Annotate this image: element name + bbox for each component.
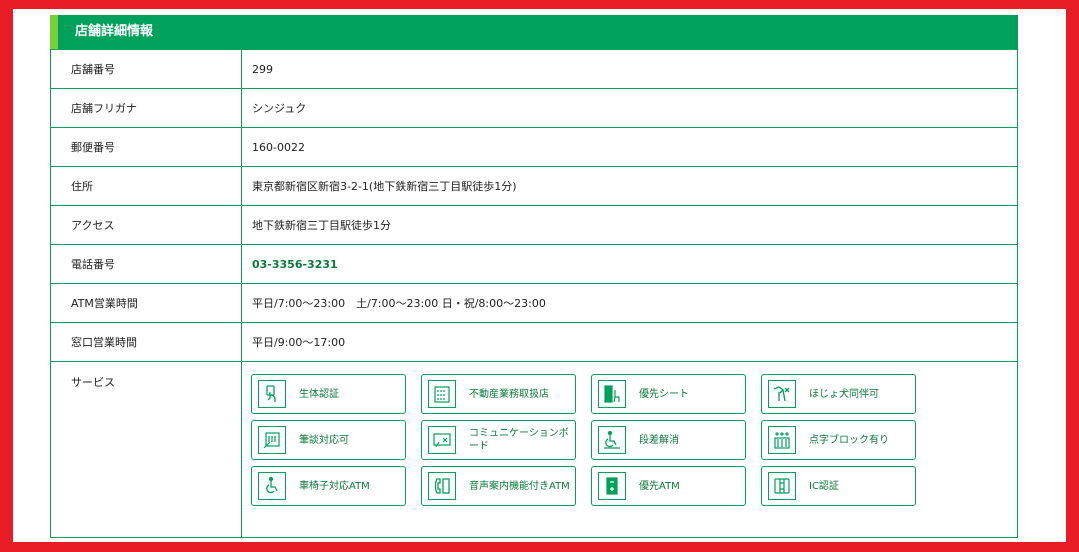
row-label-access: アクセス	[50, 205, 242, 245]
service-label: 筆談対応可	[299, 434, 349, 446]
service-label: コミュニケーションボード	[469, 428, 569, 452]
service-wheelchair-atm: 車椅子対応ATM	[251, 466, 406, 506]
service-voice-guide-atm: 音声案内機能付きATM	[421, 466, 576, 506]
table-row: 電話番号 03-3356-3231	[50, 244, 1018, 284]
row-label-store-kana: 店舗フリガナ	[50, 88, 242, 128]
service-ic-auth: IC認証	[761, 466, 916, 506]
store-detail-panel: 店舗詳細情報 店舗番号 299 店舗フリガナ シンジュク 郵便番号 160-0022 …	[50, 15, 1018, 538]
row-label-counter-hours: 窓口営業時間	[50, 322, 242, 362]
table-row: 住所 東京都新宿区新宿3-2-1(地下鉄新宿三丁目駅徒歩1分)	[50, 166, 1018, 206]
service-label: IC認証	[809, 480, 839, 492]
table-row: アクセス 地下鉄新宿三丁目駅徒歩1分	[50, 205, 1018, 245]
service-biometric: 生体認証	[251, 374, 406, 414]
table-row: 店舗フリガナ シンジュク	[50, 88, 1018, 128]
service-writing: 筆談対応可	[251, 420, 406, 460]
service-priority-atm: 優先ATM	[591, 466, 746, 506]
row-value-address: 東京都新宿区新宿3-2-1(地下鉄新宿三丁目駅徒歩1分)	[241, 166, 1018, 206]
row-value-store-kana: シンジュク	[241, 88, 1018, 128]
row-label-postal-code: 郵便番号	[50, 127, 242, 167]
service-label: 段差解消	[639, 434, 679, 446]
services-cell: 生体認証 不動産業務取扱店 優先シート ほじょ犬同伴可 筆談対応可 コミュニケー…	[241, 361, 1018, 538]
assistance-dog-icon	[768, 380, 796, 408]
table-row: ATM営業時間 平日/7:00～23:00 土/7:00～23:00 日・祝/8:…	[50, 283, 1018, 323]
service-label: 点字ブロック有り	[809, 434, 889, 446]
service-communication-board: コミュニケーションボード	[421, 420, 576, 460]
service-label: 車椅子対応ATM	[299, 480, 370, 492]
service-label: 優先シート	[639, 388, 689, 400]
row-label-address: 住所	[50, 166, 242, 206]
table-row: 郵便番号 160-0022	[50, 127, 1018, 167]
row-label-atm-hours: ATM営業時間	[50, 283, 242, 323]
service-real-estate: 不動産業務取扱店	[421, 374, 576, 414]
row-label-store-number: 店舗番号	[50, 49, 242, 89]
ic-card-icon	[768, 472, 796, 500]
phone-link[interactable]: 03-3356-3231	[241, 244, 1018, 284]
voice-guide-icon	[428, 472, 456, 500]
table-row: 店舗番号 299	[50, 49, 1018, 89]
service-priority-seat: 優先シート	[591, 374, 746, 414]
priority-atm-icon	[598, 472, 626, 500]
service-label: 優先ATM	[639, 480, 680, 492]
service-grid: 生体認証 不動産業務取扱店 優先シート ほじょ犬同伴可 筆談対応可 コミュニケー…	[251, 374, 1017, 506]
service-label: ほじょ犬同伴可	[809, 388, 879, 400]
service-braille-block: 点字ブロック有り	[761, 420, 916, 460]
panel-header: 店舗詳細情報	[50, 15, 1018, 49]
store-info-table: 店舗番号 299 店舗フリガナ シンジュク 郵便番号 160-0022 住所 東京都新宿…	[50, 49, 1018, 538]
row-value-store-number: 299	[241, 49, 1018, 89]
step-free-icon	[598, 426, 626, 454]
header-accent-bar	[50, 15, 58, 49]
service-label: 音声案内機能付きATM	[469, 480, 570, 492]
service-label: 不動産業務取扱店	[469, 388, 549, 400]
communication-board-icon	[428, 426, 456, 454]
service-label: 生体認証	[299, 388, 339, 400]
panel-title: 店舗詳細情報	[75, 24, 154, 39]
row-value-access: 地下鉄新宿三丁目駅徒歩1分	[241, 205, 1018, 245]
table-row: 窓口営業時間 平日/9:00～17:00	[50, 322, 1018, 362]
biometric-icon	[258, 380, 286, 408]
row-value-counter-hours: 平日/9:00～17:00	[241, 322, 1018, 362]
braille-block-icon	[768, 426, 796, 454]
building-icon	[428, 380, 456, 408]
table-row-services: サービス 生体認証 不動産業務取扱店 優先シート ほじょ犬同伴可 筆談対応可 コ…	[50, 361, 1018, 538]
wheelchair-icon	[258, 472, 286, 500]
service-step-free: 段差解消	[591, 420, 746, 460]
row-value-atm-hours: 平日/7:00～23:00 土/7:00～23:00 日・祝/8:00～23:0…	[241, 283, 1018, 323]
row-value-postal-code: 160-0022	[241, 127, 1018, 167]
writing-board-icon	[258, 426, 286, 454]
row-label-phone: 電話番号	[50, 244, 242, 284]
priority-seat-icon	[598, 380, 626, 408]
row-label-services: サービス	[50, 361, 242, 538]
service-assistance-dog: ほじょ犬同伴可	[761, 374, 916, 414]
